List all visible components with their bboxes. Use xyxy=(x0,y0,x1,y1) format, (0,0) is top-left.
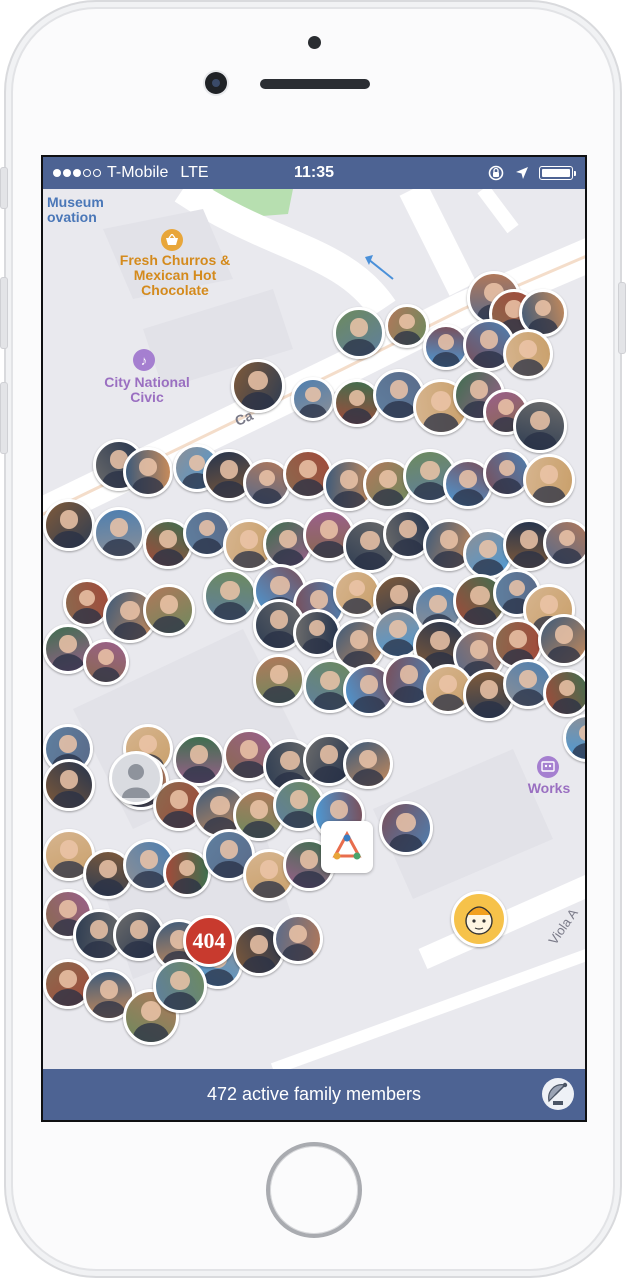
earpiece-speaker xyxy=(260,79,370,89)
cartoon-face-icon[interactable] xyxy=(451,891,507,947)
member-avatar[interactable] xyxy=(563,714,585,762)
member-avatar[interactable] xyxy=(273,914,323,964)
error-404-text: 404 xyxy=(192,928,226,953)
member-avatar[interactable] xyxy=(93,507,145,559)
avatar-cluster xyxy=(43,189,585,1069)
home-button[interactable] xyxy=(266,1142,362,1238)
front-camera xyxy=(205,72,227,94)
member-avatar[interactable] xyxy=(523,454,575,506)
member-avatar[interactable] xyxy=(379,801,433,855)
status-right xyxy=(487,164,576,182)
person-silhouette-icon xyxy=(122,764,150,798)
bottom-bar: 472 active family members xyxy=(43,1069,585,1120)
satellite-dish-icon[interactable] xyxy=(541,1077,575,1111)
member-avatar[interactable] xyxy=(123,447,173,497)
member-avatar[interactable] xyxy=(291,377,335,421)
placeholder-avatar[interactable] xyxy=(109,751,163,805)
map-view[interactable]: Museum ovation Fresh Churros & Mexican H… xyxy=(43,189,585,1069)
power-button xyxy=(618,282,626,354)
location-arrow-icon xyxy=(516,167,528,179)
member-avatar[interactable] xyxy=(43,499,95,551)
active-members-count: 472 active family members xyxy=(206,1084,422,1104)
member-avatar[interactable] xyxy=(203,569,257,623)
member-avatar[interactable] xyxy=(83,639,129,685)
member-avatar[interactable] xyxy=(333,307,385,359)
screen: T-Mobile LTE 11:35 Museum ovation Fresh … xyxy=(41,155,587,1122)
member-avatar[interactable] xyxy=(543,669,585,717)
battery-icon xyxy=(539,166,576,180)
member-avatar[interactable] xyxy=(43,759,95,811)
member-avatar[interactable] xyxy=(538,614,585,666)
error-404-avatar[interactable]: 404 xyxy=(183,915,235,967)
member-avatar[interactable] xyxy=(153,959,207,1013)
member-avatar[interactable] xyxy=(253,654,305,706)
member-avatar[interactable] xyxy=(503,329,553,379)
member-avatar[interactable] xyxy=(513,399,567,453)
volume-down-button xyxy=(0,382,8,454)
member-avatar[interactable] xyxy=(543,519,585,567)
status-bar: T-Mobile LTE 11:35 xyxy=(43,157,585,189)
member-avatar[interactable] xyxy=(385,304,429,348)
orientation-lock-icon xyxy=(488,165,504,181)
team-logo-icon[interactable] xyxy=(321,821,373,873)
member-avatar[interactable] xyxy=(231,359,285,413)
member-avatar[interactable] xyxy=(343,739,393,789)
mute-switch xyxy=(0,167,8,209)
front-sensor xyxy=(308,36,321,49)
volume-up-button xyxy=(0,277,8,349)
member-avatar[interactable] xyxy=(143,584,195,636)
